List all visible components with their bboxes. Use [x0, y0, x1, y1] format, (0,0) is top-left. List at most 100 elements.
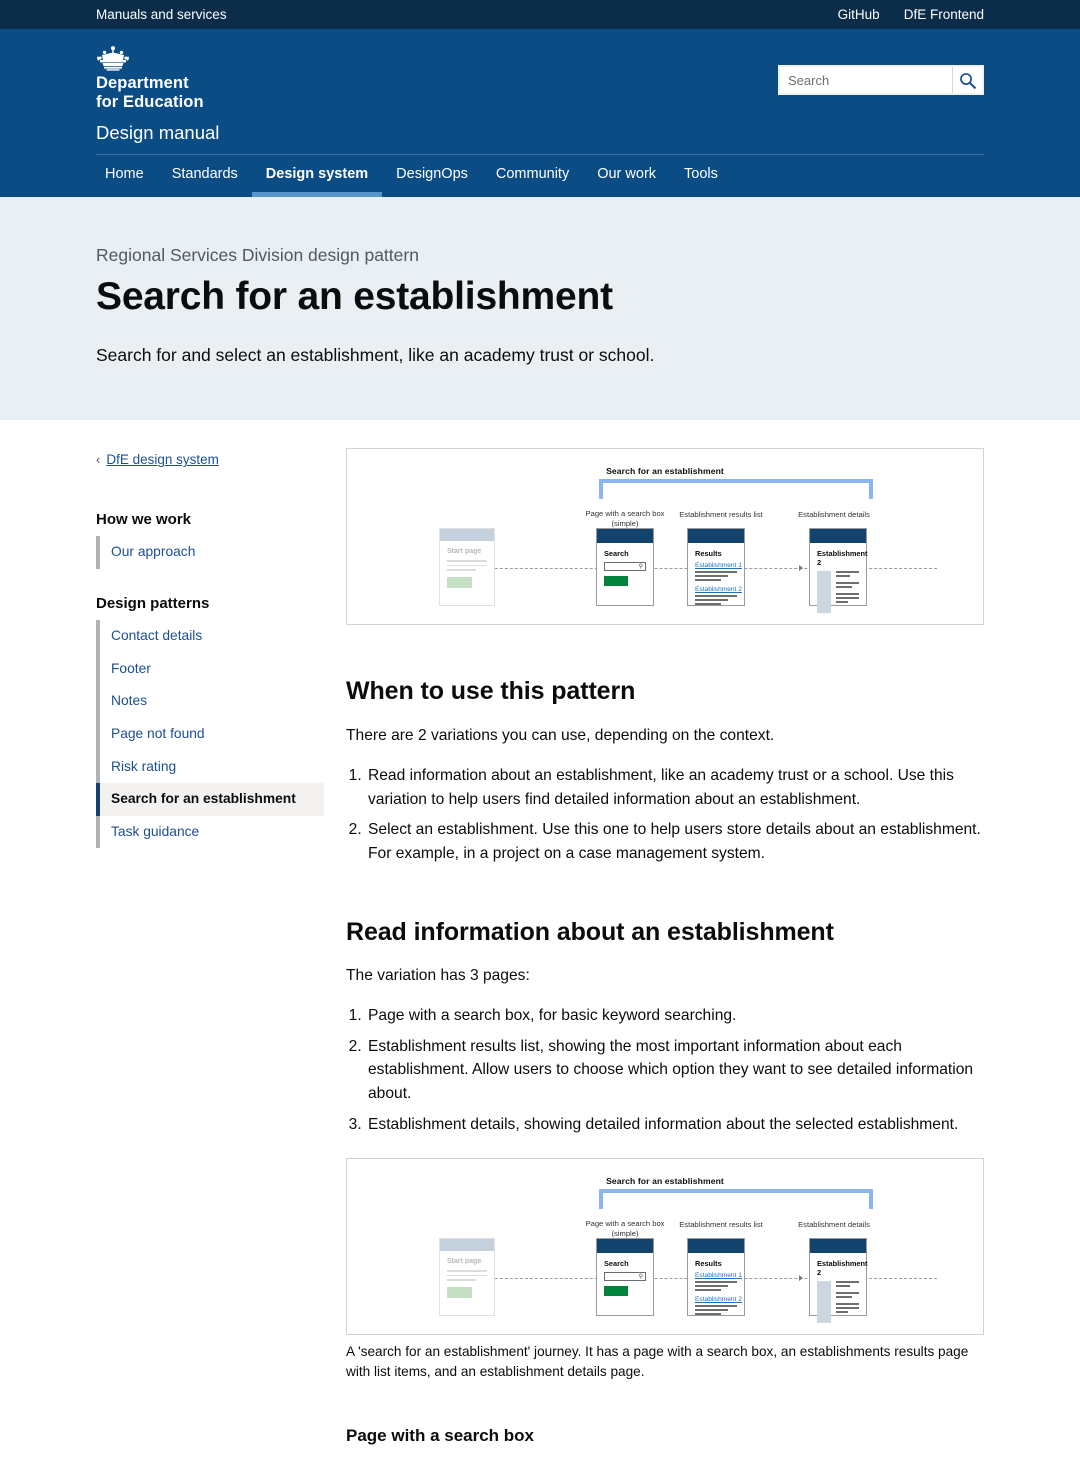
nav-item-tools[interactable]: Tools [670, 155, 732, 197]
nav-item-community[interactable]: Community [482, 155, 583, 197]
page-body-content: Search ⚲ [597, 1253, 653, 1302]
search-button[interactable] [951, 67, 982, 93]
brand-block[interactable]: Department for Education Design manual [96, 45, 778, 144]
primary-navigation: Home Standards Design system DesignOps C… [0, 155, 1080, 198]
search-page-input: ⚲ [604, 562, 646, 572]
diagram-title: Search for an establishment [606, 1176, 724, 1187]
details-rows [831, 1281, 859, 1323]
page-body-content: Search ⚲ [597, 543, 653, 592]
nav-item-home[interactable]: Home [96, 155, 158, 197]
search-page-submit-button [604, 576, 628, 587]
sidebar: ‹ DfE design system How we work Our appr… [96, 448, 324, 849]
placeholder-line [836, 1285, 850, 1288]
start-page-button [447, 1286, 472, 1298]
placeholder-line [447, 564, 487, 567]
placeholder-line [695, 1281, 737, 1284]
start-page-button [447, 576, 472, 588]
list-item: Page with a search box, for basic keywor… [366, 1004, 984, 1028]
search-page-heading: Search [604, 1259, 629, 1269]
sidebar-item-our-approach[interactable]: Our approach [96, 536, 324, 570]
diagram-page-search-box: Search ⚲ [596, 528, 654, 607]
sidebar-item-search-for-an-establishment[interactable]: Search for an establishment [96, 783, 324, 816]
utility-bar: Manuals and services GitHub DfE Frontend [0, 0, 1080, 29]
diagram-scope-bracket [599, 1189, 873, 1210]
details-side-block [817, 1281, 831, 1324]
diagram-arrow-3 [799, 565, 803, 572]
journey-diagram-top: Search for an establishment Start page P… [346, 448, 984, 626]
search-input[interactable] [780, 67, 952, 93]
placeholder-line [695, 603, 722, 606]
read-information-list: Page with a search box, for basic keywor… [346, 1004, 984, 1136]
sidebar-item-task-guidance[interactable]: Task guidance [96, 815, 324, 849]
details-page-columns [817, 1281, 859, 1324]
list-item: Select an establishment. Use this one to… [366, 818, 984, 865]
royal-crest-icon [97, 46, 129, 71]
diagram-step-1-label: Page with a search box (simple) [585, 509, 665, 529]
placeholder-line [447, 1270, 487, 1272]
placeholder-line [836, 1307, 859, 1310]
page-body: ‹ DfE design system How we work Our appr… [0, 420, 1080, 1459]
diagram-page-establishment-details: Establishment 2 [809, 528, 868, 614]
search-page-input: ⚲ [604, 1272, 646, 1282]
placeholder-line [836, 571, 859, 574]
hero-caption: Regional Services Division design patter… [96, 245, 419, 266]
diagram-page-results-list: Results Establishment 1 Establishment 2 [687, 528, 745, 607]
read-information-intro: The variation has 3 pages: [346, 967, 530, 985]
department-line-2: for Education [96, 93, 204, 112]
sidebar-group-title-how-we-work: How we work [96, 511, 192, 529]
utility-bar-left: Manuals and services [96, 7, 838, 22]
nav-item-our-work[interactable]: Our work [583, 155, 670, 197]
nav-item-design-system[interactable]: Design system [251, 155, 383, 198]
diagram-step-2-label: Establishment results list [679, 510, 763, 520]
placeholder-line [695, 1289, 722, 1292]
placeholder-line [836, 593, 859, 596]
results-page-heading: Results [695, 549, 722, 559]
page-body-content: Results Establishment 1 Establishment 2 [688, 1253, 744, 1323]
sidebar-item-footer[interactable]: Footer [96, 652, 324, 686]
page-body-content: Establishment 2 [810, 1253, 868, 1329]
placeholder-line [836, 601, 848, 604]
placeholder-line [836, 575, 850, 578]
sidebar-item-notes[interactable]: Notes [96, 685, 324, 718]
list-item: Read information about an establishment,… [366, 764, 984, 811]
result-link-establishment-2: Establishment 2 [695, 1296, 742, 1304]
manuals-and-services-link[interactable]: Manuals and services [96, 7, 227, 22]
placeholder-line [447, 1274, 487, 1277]
heading-when-to-use: When to use this pattern [346, 677, 636, 706]
page-hero: Regional Services Division design patter… [0, 197, 1080, 421]
nav-item-designops[interactable]: DesignOps [382, 155, 482, 197]
diagram-start-page: Start page [439, 1238, 495, 1317]
start-page-heading: Start page [447, 1258, 482, 1266]
service-name[interactable]: Design manual [96, 122, 778, 144]
page-title: Search for an establishment [96, 275, 613, 319]
start-page-body: Start page [440, 541, 494, 595]
search-icon [959, 72, 976, 89]
sidebar-item-risk-rating[interactable]: Risk rating [96, 750, 324, 784]
result-link-establishment-1: Establishment 1 [695, 1272, 742, 1280]
sidebar-group-title-design-patterns: Design patterns [96, 595, 210, 613]
sidebar-item-contact-details[interactable]: Contact details [96, 620, 324, 653]
details-rows [831, 571, 859, 613]
sidebar-item-page-not-found[interactable]: Page not found [96, 717, 324, 751]
diagram-step-1-label: Page with a search box (simple) [585, 1219, 665, 1239]
department-line-1: Department [96, 74, 189, 92]
placeholder-line [695, 599, 728, 602]
placeholder-line [836, 582, 859, 585]
details-page-heading: Establishment 2 [817, 549, 868, 568]
main-content: Search for an establishment Start page P… [324, 448, 984, 1459]
details-page-columns [817, 571, 859, 614]
placeholder-line [695, 1313, 722, 1316]
diagram-step-3-label: Establishment details [798, 1220, 870, 1230]
placeholder-line [695, 579, 722, 582]
page-body-content: Results Establishment 1 Establishment 2 [688, 543, 744, 613]
placeholder-line [447, 569, 476, 571]
github-link[interactable]: GitHub [838, 7, 880, 22]
placeholder-line [836, 1292, 859, 1295]
list-item: Establishment details, showing detailed … [366, 1113, 984, 1137]
dfe-frontend-link[interactable]: DfE Frontend [904, 7, 984, 22]
search-page-heading: Search [604, 549, 629, 559]
back-to-design-system-link[interactable]: ‹ DfE design system [96, 452, 324, 467]
diagram-title: Search for an establishment [606, 466, 724, 477]
nav-item-standards[interactable]: Standards [158, 155, 252, 197]
chevron-left-icon: ‹ [96, 452, 101, 468]
